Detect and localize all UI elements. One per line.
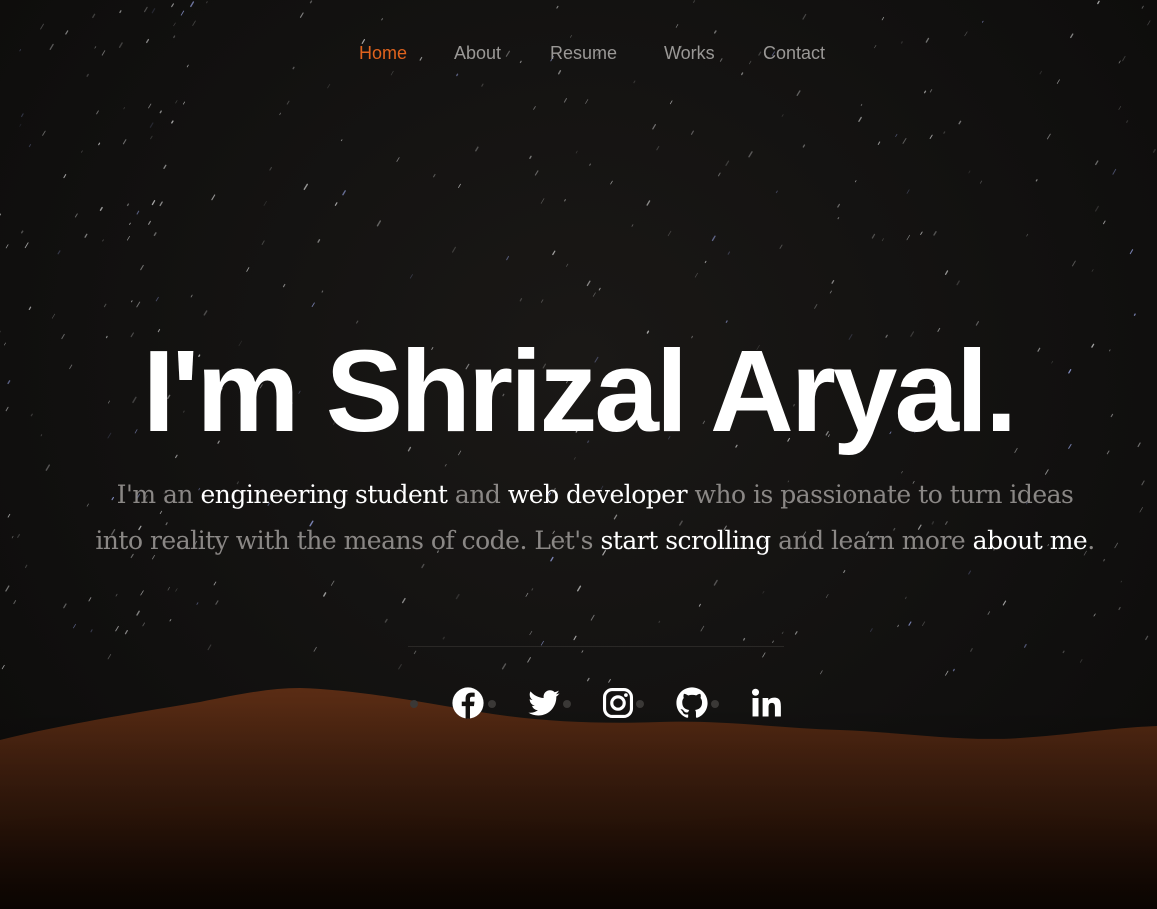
nav-item-resume[interactable]: Resume — [550, 40, 617, 66]
facebook-icon — [452, 687, 484, 719]
intro-highlight-start-scrolling: start scrolling — [600, 526, 771, 555]
twitter-icon — [528, 690, 560, 716]
nav-item-contact[interactable]: Contact — [763, 40, 825, 66]
intro-text-part: I'm an — [116, 480, 201, 509]
intro-text-part: . — [1087, 526, 1095, 555]
nav-item-about[interactable]: About — [454, 40, 501, 66]
facebook-link[interactable] — [451, 686, 485, 720]
intro-highlight-about-me: about me — [972, 526, 1088, 555]
separator-dot — [488, 700, 496, 708]
nav-item-works[interactable]: Works — [664, 40, 715, 66]
linkedin-icon — [751, 688, 781, 717]
github-icon — [676, 687, 708, 718]
intro-text-part: and learn more — [770, 526, 973, 555]
instagram-icon — [602, 687, 634, 719]
github-link[interactable] — [675, 686, 709, 720]
intro-text: I'm an engineering student and web devel… — [95, 472, 1095, 564]
social-links — [0, 686, 1157, 722]
separator-dot — [711, 700, 719, 708]
separator-dot — [636, 700, 644, 708]
separator-dot — [563, 700, 571, 708]
main-navigation: Home About Resume Works Contact — [0, 40, 1157, 66]
divider — [408, 646, 784, 647]
instagram-link[interactable] — [601, 686, 635, 720]
intro-text-part: and — [447, 480, 508, 509]
intro-highlight-engineering: engineering student — [200, 480, 448, 509]
separator-dot — [410, 700, 418, 708]
linkedin-link[interactable] — [749, 686, 783, 720]
nav-item-home[interactable]: Home — [359, 40, 407, 66]
twitter-link[interactable] — [527, 686, 561, 720]
page-title: I'm Shrizal Aryal. — [142, 326, 1018, 456]
hero-section: Home About Resume Works Contact I'm Shri… — [0, 0, 1157, 909]
intro-highlight-web-developer: web developer — [507, 480, 688, 509]
